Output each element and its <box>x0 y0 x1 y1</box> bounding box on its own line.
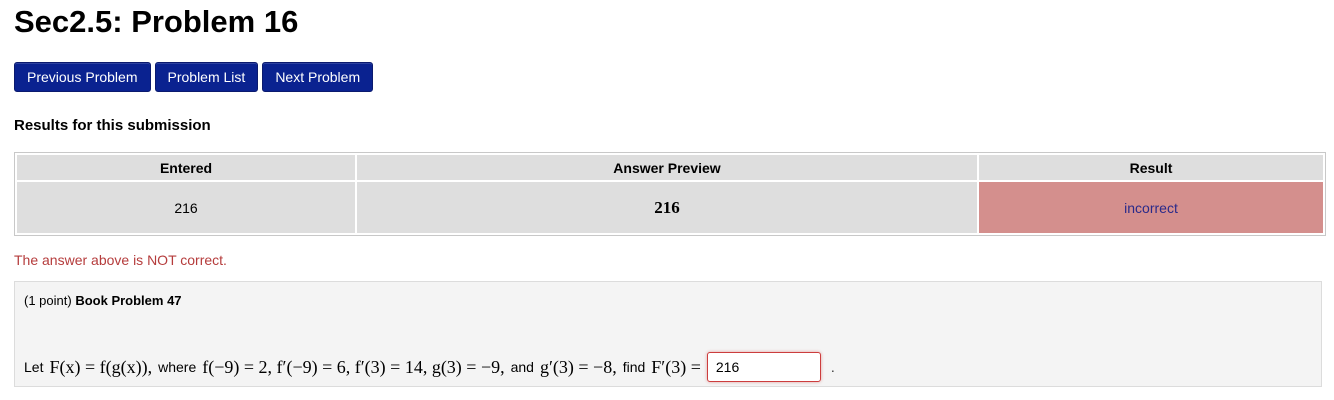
let-text: Let <box>24 359 44 375</box>
problem-box: (1 point) Book Problem 47 Let F(x) = f(g… <box>14 281 1322 387</box>
target-expression: F′(3) = <box>651 356 701 377</box>
results-table: Entered Answer Preview Result 216 216 in… <box>14 152 1326 236</box>
result-cell: incorrect <box>979 182 1323 233</box>
function-definition: F(x) = f(g(x)), <box>49 356 153 377</box>
results-heading: Results for this submission <box>14 117 211 134</box>
g-prime-condition: g′(3) = −8, <box>539 356 617 377</box>
page-title: Sec2.5: Problem 16 <box>14 4 299 39</box>
next-problem-button[interactable]: Next Problem <box>262 62 374 92</box>
table-row: 216 216 incorrect <box>17 182 1323 233</box>
column-header-entered: Entered <box>17 155 355 180</box>
column-header-result: Result <box>979 155 1323 180</box>
problem-points: (1 point) <box>24 293 72 308</box>
answer-input[interactable] <box>706 352 821 382</box>
and-text: and <box>510 359 534 375</box>
trailing-period: . <box>830 359 835 375</box>
problem-header: (1 point) Book Problem 47 <box>24 293 182 308</box>
problem-book-reference: Book Problem 47 <box>75 293 182 308</box>
results-header-row: Entered Answer Preview Result <box>17 155 1323 180</box>
problem-navigation: Previous Problem Problem List Next Probl… <box>14 62 374 92</box>
entered-cell: 216 <box>17 182 355 233</box>
problem-list-button[interactable]: Problem List <box>154 62 259 92</box>
given-conditions: f(−9) = 2, f′(−9) = 6, f′(3) = 14, g(3) … <box>202 356 505 377</box>
column-header-answer-preview: Answer Preview <box>357 155 977 180</box>
feedback-message: The answer above is NOT correct. <box>14 252 227 268</box>
find-text: find <box>622 359 646 375</box>
previous-problem-button[interactable]: Previous Problem <box>14 62 151 92</box>
where-text: where <box>158 359 197 375</box>
answer-preview-cell: 216 <box>357 182 977 233</box>
problem-statement: Let F(x) = f(g(x)), where f(−9) = 2, f′(… <box>24 352 835 382</box>
